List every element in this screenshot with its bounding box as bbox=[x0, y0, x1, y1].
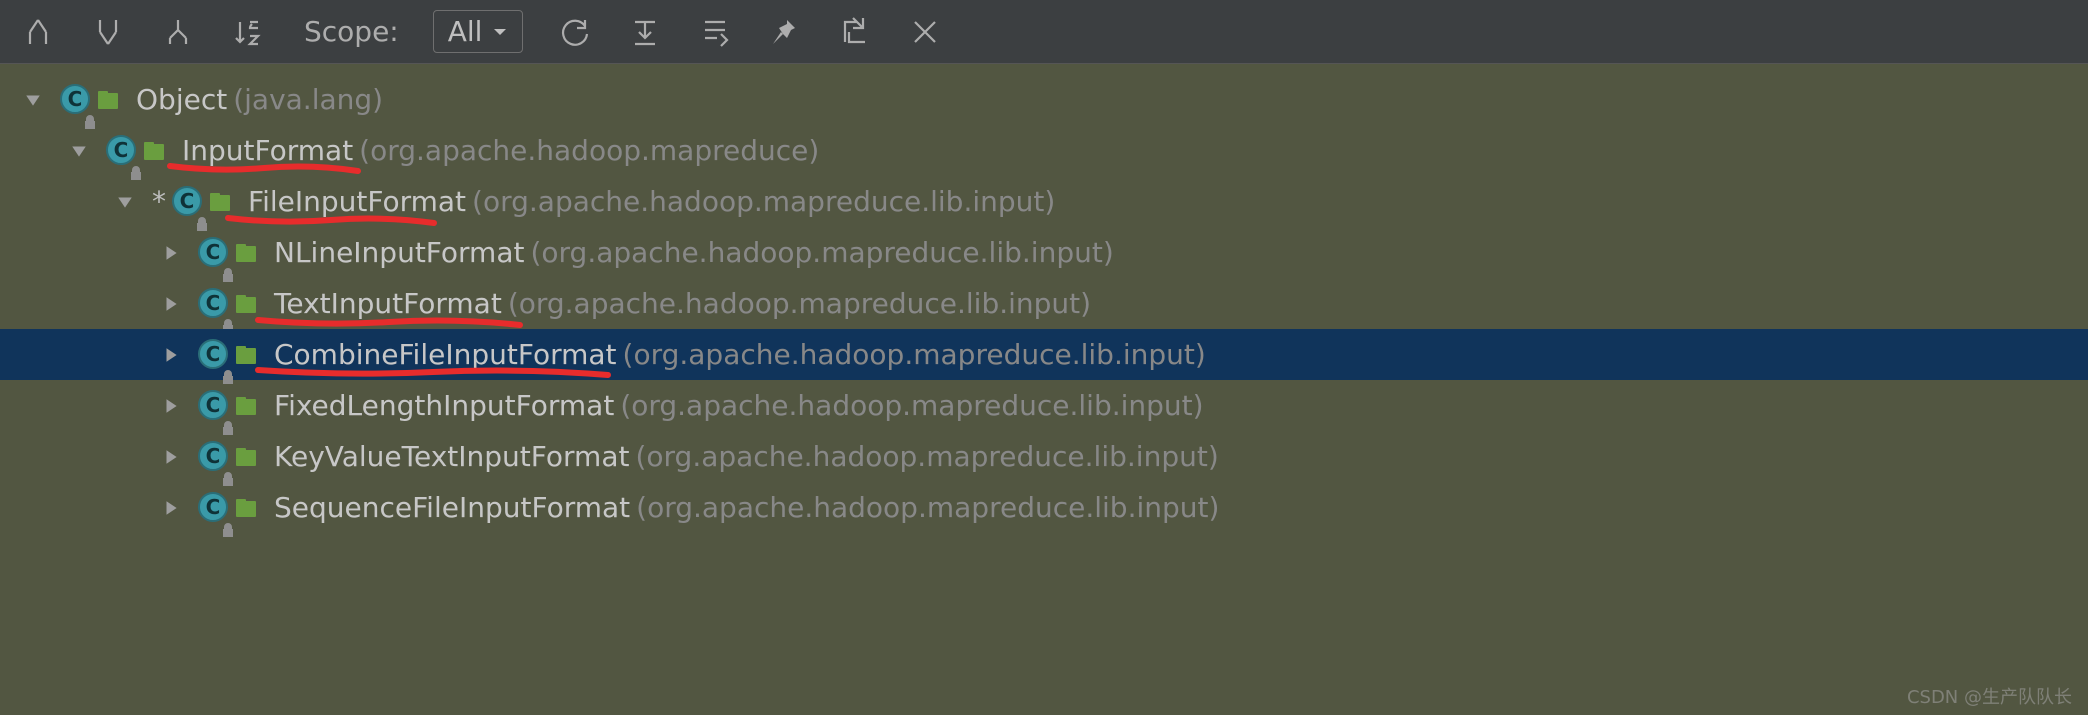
expand-arrow[interactable] bbox=[158, 495, 184, 521]
expand-arrow[interactable] bbox=[20, 87, 46, 113]
package-icon bbox=[234, 495, 260, 521]
tree-row[interactable]: * C KeyValueTextInputFormat (org.apache.… bbox=[0, 431, 2088, 482]
close-icon[interactable] bbox=[907, 14, 943, 50]
package-icon bbox=[234, 393, 260, 419]
expand-arrow[interactable] bbox=[158, 342, 184, 368]
expand-arrow[interactable] bbox=[158, 291, 184, 317]
abstract-marker: * bbox=[152, 185, 166, 218]
class-icon: C bbox=[106, 135, 138, 167]
class-icon: C bbox=[172, 186, 204, 218]
package-name: (org.apache.hadoop.mapreduce.lib.input) bbox=[636, 491, 1219, 524]
hierarchy-tree: * C Object (java.lang) * C InputFormat (… bbox=[0, 64, 2088, 715]
sort-alphabetically-icon[interactable] bbox=[230, 14, 266, 50]
autoscroll-to-source-icon[interactable] bbox=[627, 14, 663, 50]
class-name: Object bbox=[136, 83, 227, 116]
tree-row[interactable]: * C Object (java.lang) bbox=[0, 74, 2088, 125]
tree-row[interactable]: * C FixedLengthInputFormat (org.apache.h… bbox=[0, 380, 2088, 431]
scope-value: All bbox=[448, 15, 483, 48]
package-icon bbox=[234, 291, 260, 317]
pin-icon[interactable] bbox=[767, 14, 803, 50]
class-name: FileInputFormat bbox=[248, 185, 466, 218]
tree-row[interactable]: * C NLineInputFormat (org.apache.hadoop.… bbox=[0, 227, 2088, 278]
refresh-icon[interactable] bbox=[557, 14, 593, 50]
class-icon: C bbox=[198, 237, 230, 269]
hierarchy-subtypes-icon[interactable] bbox=[90, 14, 126, 50]
class-name: InputFormat bbox=[182, 134, 353, 167]
package-name: (org.apache.hadoop.mapreduce.lib.input) bbox=[508, 287, 1091, 320]
export-icon[interactable] bbox=[837, 14, 873, 50]
chevron-down-icon bbox=[492, 24, 508, 40]
package-name: (org.apache.hadoop.mapreduce.lib.input) bbox=[472, 185, 1055, 218]
tree-row[interactable]: * C SequenceFileInputFormat (org.apache.… bbox=[0, 482, 2088, 533]
package-icon bbox=[234, 342, 260, 368]
package-name: (org.apache.hadoop.mapreduce) bbox=[359, 134, 819, 167]
expand-arrow[interactable] bbox=[158, 444, 184, 470]
expand-arrow[interactable] bbox=[158, 240, 184, 266]
package-name: (org.apache.hadoop.mapreduce.lib.input) bbox=[530, 236, 1113, 269]
scope-label: Scope: bbox=[304, 15, 399, 48]
package-name: (java.lang) bbox=[233, 83, 383, 116]
class-icon: C bbox=[198, 339, 230, 371]
class-name: CombineFileInputFormat bbox=[274, 338, 617, 371]
hierarchy-supertypes-icon[interactable] bbox=[20, 14, 56, 50]
tree-row[interactable]: * C TextInputFormat (org.apache.hadoop.m… bbox=[0, 278, 2088, 329]
class-name: TextInputFormat bbox=[274, 287, 502, 320]
package-icon bbox=[234, 444, 260, 470]
package-name: (org.apache.hadoop.mapreduce.lib.input) bbox=[635, 440, 1218, 473]
class-icon: C bbox=[198, 441, 230, 473]
class-name: SequenceFileInputFormat bbox=[274, 491, 630, 524]
class-icon: C bbox=[198, 288, 230, 320]
package-icon bbox=[96, 87, 122, 113]
class-icon: C bbox=[198, 390, 230, 422]
package-icon bbox=[142, 138, 168, 164]
toolbar: Scope: All bbox=[0, 0, 2088, 64]
class-icon: C bbox=[60, 84, 92, 116]
class-name: FixedLengthInputFormat bbox=[274, 389, 614, 422]
package-icon bbox=[208, 189, 234, 215]
tree-row[interactable]: * C FileInputFormat (org.apache.hadoop.m… bbox=[0, 176, 2088, 227]
watermark: CSDN @生产队队长 bbox=[1907, 683, 2072, 709]
package-icon bbox=[234, 240, 260, 266]
expand-arrow[interactable] bbox=[112, 189, 138, 215]
class-name: KeyValueTextInputFormat bbox=[274, 440, 629, 473]
expand-arrow[interactable] bbox=[66, 138, 92, 164]
package-name: (org.apache.hadoop.mapreduce.lib.input) bbox=[620, 389, 1203, 422]
package-name: (org.apache.hadoop.mapreduce.lib.input) bbox=[623, 338, 1206, 371]
tree-row[interactable]: * C CombineFileInputFormat (org.apache.h… bbox=[0, 329, 2088, 380]
hierarchy-class-icon[interactable] bbox=[160, 14, 196, 50]
expand-arrow[interactable] bbox=[158, 393, 184, 419]
scope-dropdown[interactable]: All bbox=[433, 10, 524, 53]
class-name: NLineInputFormat bbox=[274, 236, 524, 269]
tree-row[interactable]: * C InputFormat (org.apache.hadoop.mapre… bbox=[0, 125, 2088, 176]
class-icon: C bbox=[198, 492, 230, 524]
autoscroll-from-source-icon[interactable] bbox=[697, 14, 733, 50]
